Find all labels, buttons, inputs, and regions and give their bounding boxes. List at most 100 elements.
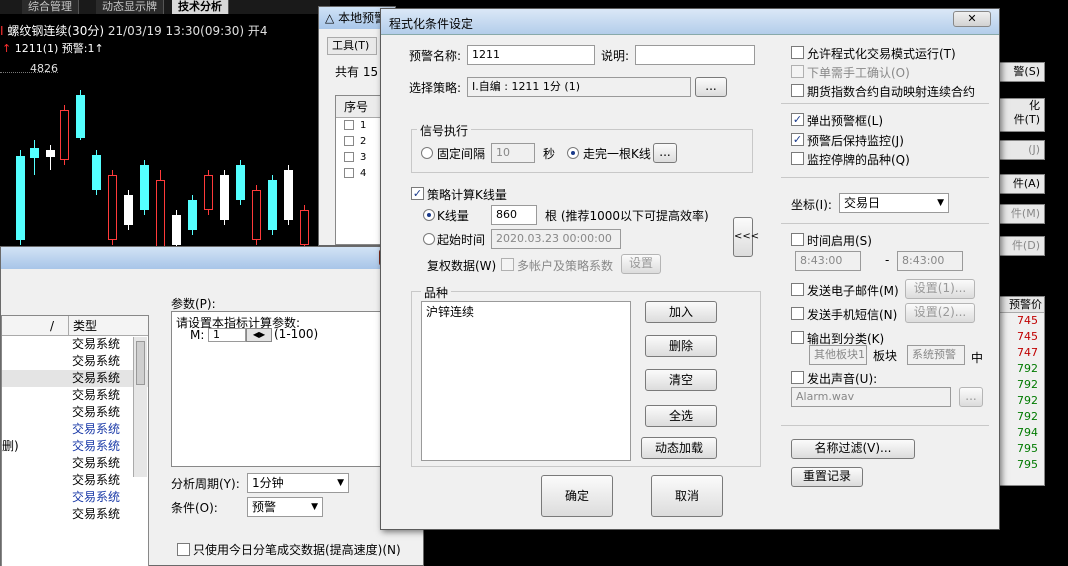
start-time-radio[interactable]	[423, 233, 435, 245]
start-time-label: 起始时间	[437, 233, 486, 247]
system-alert-field[interactable]: 系统预警	[907, 345, 965, 365]
tools-menu[interactable]: 工具(T)	[327, 37, 377, 55]
time-enable-label: 时间启用(S)	[807, 234, 872, 248]
row-number: 1	[360, 120, 367, 131]
row-checkbox[interactable]	[344, 168, 354, 178]
formula-type: 交易系统	[72, 388, 121, 402]
multi-account-checkbox[interactable]	[501, 258, 514, 271]
allow-prog-checkbox[interactable]	[791, 46, 804, 59]
popup-checkbox[interactable]: ✓	[791, 113, 804, 126]
keep-monitor-checkbox[interactable]: ✓	[791, 133, 804, 146]
sms-checkbox[interactable]	[791, 307, 804, 320]
fixed-interval-radio[interactable]	[421, 147, 433, 159]
manual-confirm-checkbox[interactable]	[791, 65, 804, 78]
index-map-checkbox[interactable]	[791, 84, 804, 97]
sms-settings-button[interactable]: 设置(2)...	[905, 303, 975, 323]
formula-list-item[interactable]: 交易系统	[2, 421, 148, 438]
name-filter-button[interactable]: 名称过滤(V)...	[791, 439, 915, 459]
multi-account-set-button[interactable]: 设置	[621, 254, 661, 274]
alert-name-input[interactable]: 1211	[467, 45, 595, 65]
period-select[interactable]: 1分钟 ▼	[247, 473, 349, 493]
manual-confirm-label: 下单需手工确认(O)	[807, 66, 910, 80]
kline-count-input[interactable]: 860	[491, 205, 537, 225]
formula-list-item[interactable]: 交易系统	[2, 336, 148, 353]
desc-input[interactable]	[635, 45, 755, 65]
kline-count-label: K线量	[437, 209, 469, 223]
strategy-calc-checkbox[interactable]: ✓	[411, 187, 424, 200]
formula-type: 交易系统	[72, 490, 121, 504]
param-m-input[interactable]: 1	[208, 328, 246, 342]
type-column-header[interactable]: 类型	[68, 316, 97, 336]
fixed-interval-input[interactable]: 10	[491, 143, 535, 163]
candle-body	[172, 215, 181, 245]
select-all-button[interactable]: 全选	[645, 405, 717, 427]
row-checkbox[interactable]	[344, 120, 354, 130]
programmatic-condition-dialog: 程式化条件设定 ✕ 预警名称: 1211 说明: 选择策略: I.自编 : 12…	[380, 8, 1000, 530]
add-variety-button[interactable]: 加入	[645, 301, 717, 323]
formula-list-item[interactable]: 交易系统	[2, 455, 148, 472]
tab-technical-analysis[interactable]: 技术分析	[172, 0, 229, 14]
dynamic-load-button[interactable]: 动态加载	[641, 437, 717, 459]
formula-list-item[interactable]: 交易系统	[2, 387, 148, 404]
seconds-label: 秒	[543, 147, 556, 161]
rights-label: 复权数据(W)	[427, 259, 497, 273]
output-class-checkbox[interactable]	[791, 331, 804, 344]
dialog-title: 程式化条件设定	[389, 17, 474, 31]
start-time-input[interactable]: 2020.03.23 00:00:00	[491, 229, 621, 249]
formula-list-scrollbar[interactable]	[133, 337, 147, 477]
formula-type: 交易系统	[72, 473, 121, 487]
kline-hint: 根 (推荐1000以下可提高效率)	[545, 209, 709, 223]
kline-count-radio[interactable]	[423, 209, 435, 221]
collapse-button[interactable]: <<<	[733, 217, 759, 257]
param-spinner[interactable]: ◀▶	[246, 328, 272, 342]
divider	[781, 177, 989, 178]
clear-varieties-button[interactable]: 清空	[645, 369, 717, 391]
condition-select[interactable]: 预警 ▼	[247, 497, 323, 517]
email-checkbox[interactable]	[791, 283, 804, 296]
time-enable-checkbox[interactable]	[791, 233, 804, 246]
sound-checkbox[interactable]	[791, 371, 804, 384]
row-checkbox[interactable]	[344, 136, 354, 146]
sound-browse-button[interactable]: ...	[959, 387, 983, 407]
delete-variety-button[interactable]: 删除	[645, 335, 717, 357]
formula-type: 交易系统	[72, 507, 121, 521]
axis-select[interactable]: 交易日 ▼	[839, 193, 949, 213]
browse-strategy-button[interactable]: ...	[695, 77, 727, 97]
formula-type: 交易系统	[72, 456, 121, 470]
other-block-field[interactable]: 其他板块1	[809, 345, 867, 365]
chevron-down-icon: ▼	[311, 502, 318, 512]
formula-list-item[interactable]: 交易系统	[2, 404, 148, 421]
ok-button[interactable]: 确定	[541, 475, 613, 517]
chart-datetime: 21/03/19 13:30(09:30)	[107, 24, 245, 38]
walk-bar-radio[interactable]	[567, 147, 579, 159]
chart-title: Ⅰ 螺纹钢连续(30分) 21/03/19 13:30(09:30) 开4	[0, 22, 268, 39]
formula-list[interactable]: / 类型 交易系统 交易系统 交易系统 交易系统 交易系统 交易系统 删) 交易系统 交易系统交…	[1, 315, 149, 566]
variety-item[interactable]: 沪锌连续	[426, 304, 630, 320]
strategy-calc-label: 策略计算K线量	[427, 188, 507, 202]
tab-dynamic-board[interactable]: 动态显示牌	[96, 0, 164, 14]
cancel-button[interactable]: 取消	[651, 475, 723, 517]
reset-record-button[interactable]: 重置记录	[791, 467, 863, 487]
monitor-suspended-checkbox[interactable]	[791, 152, 804, 165]
row-checkbox[interactable]	[344, 152, 354, 162]
email-settings-button[interactable]: 设置(1)...	[905, 279, 975, 299]
time-from-input[interactable]: 8:43:00	[795, 251, 861, 271]
candle-body	[284, 170, 293, 220]
candle-body	[92, 155, 101, 190]
formula-list-item[interactable]: 交易系统	[2, 506, 148, 523]
formula-list-item[interactable]: 交易系统	[2, 472, 148, 489]
formula-type: 交易系统	[72, 422, 121, 436]
tab-comprehensive[interactable]: 综合管理	[22, 0, 79, 14]
formula-list-item[interactable]: 交易系统	[2, 353, 148, 370]
time-to-input[interactable]: 8:43:00	[897, 251, 963, 271]
walk-bar-options-button[interactable]: ...	[653, 143, 677, 163]
walk-bar-label: 走完一根K线	[583, 147, 651, 161]
formula-list-item[interactable]: 交易系统	[2, 370, 148, 387]
formula-list-item[interactable]: 删) 交易系统	[2, 438, 148, 455]
today-only-checkbox[interactable]	[177, 543, 190, 556]
scroll-thumb[interactable]	[136, 341, 145, 385]
variety-list[interactable]: 沪锌连续	[421, 301, 631, 461]
sound-file-field[interactable]: Alarm.wav	[791, 387, 951, 407]
formula-list-item[interactable]: 交易系统	[2, 489, 148, 506]
dialog-close-button[interactable]: ✕	[953, 11, 991, 27]
